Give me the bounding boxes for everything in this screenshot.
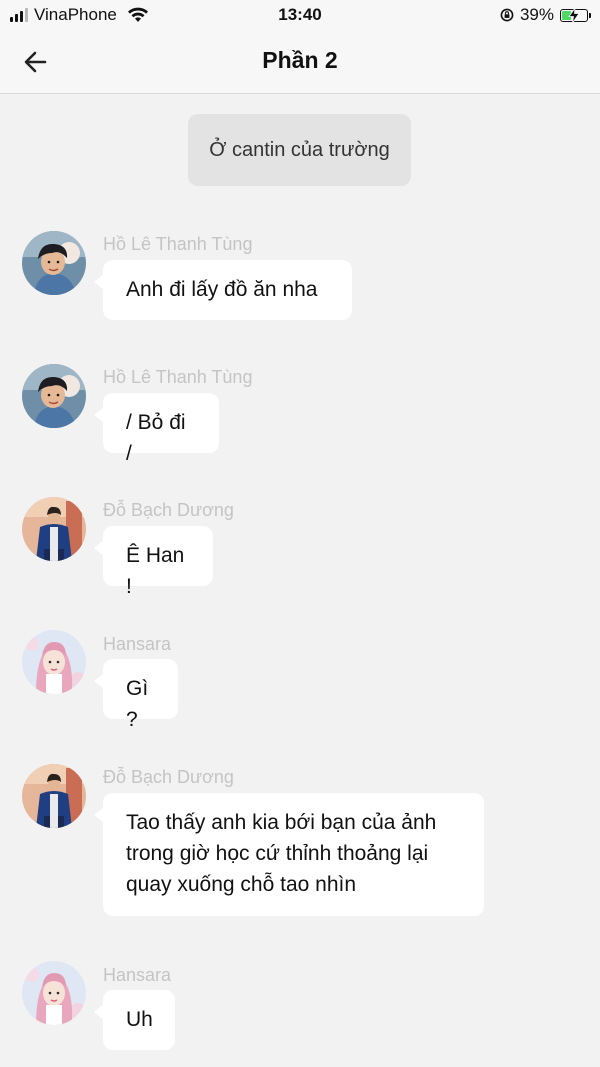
battery-icon — [560, 7, 591, 23]
avatar[interactable] — [22, 231, 86, 295]
page-title: Phần 2 — [262, 47, 338, 73]
battery-percent: 39% — [519, 5, 554, 24]
avatar[interactable] — [22, 497, 86, 561]
sender-name: Hồ Lê Thanh Tùng — [103, 234, 253, 254]
avatar-girl-pink-icon — [22, 630, 86, 694]
sender-name: Hồ Lê Thanh Tùng — [103, 367, 253, 387]
avatar-boy-blue-jacket-icon — [22, 497, 86, 561]
sender-name: Hansara — [103, 965, 172, 985]
message-bubble[interactable]: Gì ? — [94, 659, 178, 731]
message-bubble[interactable]: Anh đi lấy đồ ăn nha — [94, 260, 352, 320]
avatar-boy-blue-jacket-icon — [22, 764, 86, 828]
avatar-girl-pink-icon — [22, 961, 86, 1025]
avatar[interactable] — [22, 764, 86, 828]
message-bubble[interactable]: Uh — [94, 990, 175, 1050]
avatar-boy-headphones-icon — [22, 231, 86, 295]
sender-name: Đỗ Bạch Dương — [103, 767, 234, 787]
scene-text: Ở cantin của trường — [209, 138, 390, 161]
charging-bolt-icon — [568, 7, 580, 23]
message-bubble[interactable]: Tao thấy anh kia bới bạn của ảnh trong g… — [94, 793, 484, 916]
scene-badge: Ở cantin của trường — [188, 114, 411, 186]
avatar[interactable] — [22, 961, 86, 1025]
status-bar: VinaPhone 13:40 39% — [0, 0, 600, 30]
orientation-lock-icon — [500, 8, 514, 22]
avatar[interactable] — [22, 630, 86, 694]
status-right: 39% — [500, 5, 591, 25]
sender-name: Hansara — [103, 634, 172, 654]
chat-header: Phần 2 — [0, 30, 600, 94]
sender-name: Đỗ Bạch Dương — [103, 500, 234, 520]
avatar-boy-headphones-icon — [22, 364, 86, 428]
message-bubble[interactable]: / Bỏ đi / — [94, 393, 219, 465]
avatar[interactable] — [22, 364, 86, 428]
message-bubble[interactable]: Ê Han ! — [94, 526, 213, 598]
